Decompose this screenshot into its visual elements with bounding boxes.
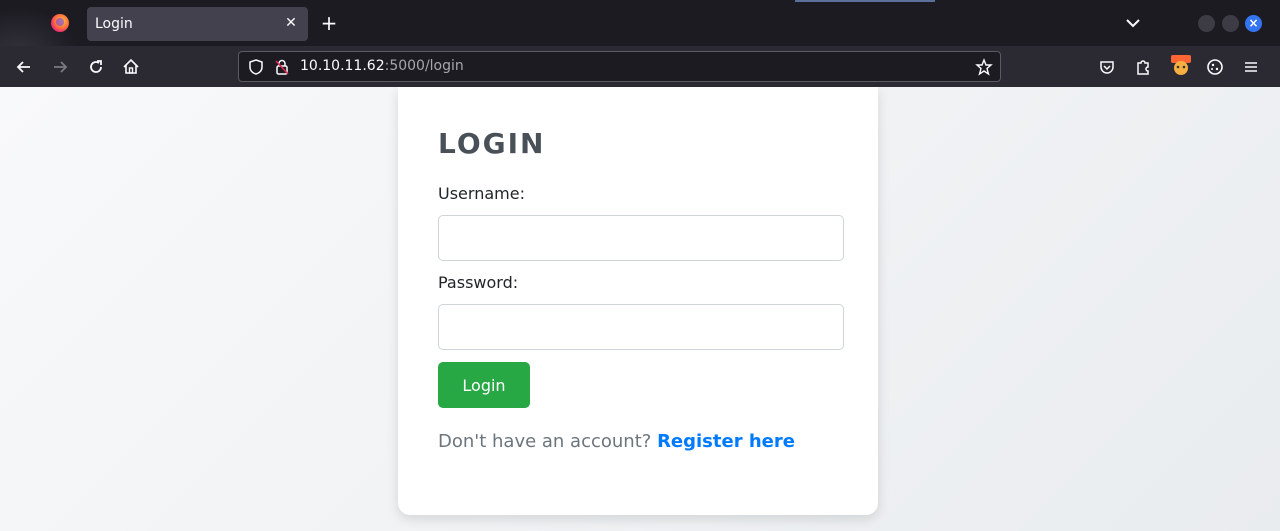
forward-arrow-icon[interactable] (50, 57, 70, 77)
register-link[interactable]: Register here (657, 431, 795, 452)
url-text[interactable]: 10.10.11.62:5000/login (300, 58, 464, 74)
url-bar[interactable]: 10.10.11.62:5000/login (238, 51, 1001, 82)
burp-extension-icon[interactable] (1170, 54, 1192, 76)
window-title-fragment (795, 0, 935, 2)
menu-hamburger-icon[interactable] (1241, 57, 1261, 77)
tracking-protection-shield-icon[interactable] (247, 58, 265, 76)
pocket-icon[interactable] (1097, 57, 1117, 77)
url-path: :5000/login (384, 58, 464, 74)
window-minimize-button[interactable] (1198, 15, 1215, 32)
login-card: LOGIN Username: Password: Login Don't ha… (398, 87, 878, 515)
register-prompt: Don't have an account? Register here (438, 431, 795, 452)
window-close-button[interactable]: × (1245, 15, 1262, 32)
reload-icon[interactable] (86, 57, 106, 77)
extensions-puzzle-icon[interactable] (1133, 57, 1153, 77)
new-tab-plus-icon[interactable]: + (318, 13, 340, 35)
back-arrow-icon[interactable] (14, 57, 34, 77)
bookmark-star-icon[interactable] (975, 58, 993, 76)
list-all-tabs-chevron-icon[interactable] (1124, 14, 1142, 32)
tab-login[interactable]: Login ✕ (87, 7, 308, 41)
home-icon[interactable] (121, 57, 141, 77)
page-title: LOGIN (438, 127, 546, 160)
tabstrip-background-decoration (0, 0, 90, 46)
firefox-icon[interactable] (51, 14, 69, 32)
login-button[interactable]: Login (438, 362, 530, 408)
tab-close-icon[interactable]: ✕ (283, 15, 299, 31)
username-input[interactable] (438, 215, 844, 261)
page-viewport: LOGIN Username: Password: Login Don't ha… (0, 87, 1280, 531)
url-host: 10.10.11.62 (300, 58, 385, 74)
password-label: Password: (438, 273, 519, 292)
cookie-extension-icon[interactable] (1205, 57, 1225, 77)
tab-strip: Login ✕ + × (0, 0, 1280, 46)
insecure-lock-icon[interactable] (273, 58, 291, 76)
window-maximize-button[interactable] (1222, 15, 1239, 32)
register-prompt-text: Don't have an account? (438, 431, 652, 452)
username-label: Username: (438, 184, 525, 203)
tab-title: Login (95, 16, 133, 32)
password-input[interactable] (438, 304, 844, 350)
